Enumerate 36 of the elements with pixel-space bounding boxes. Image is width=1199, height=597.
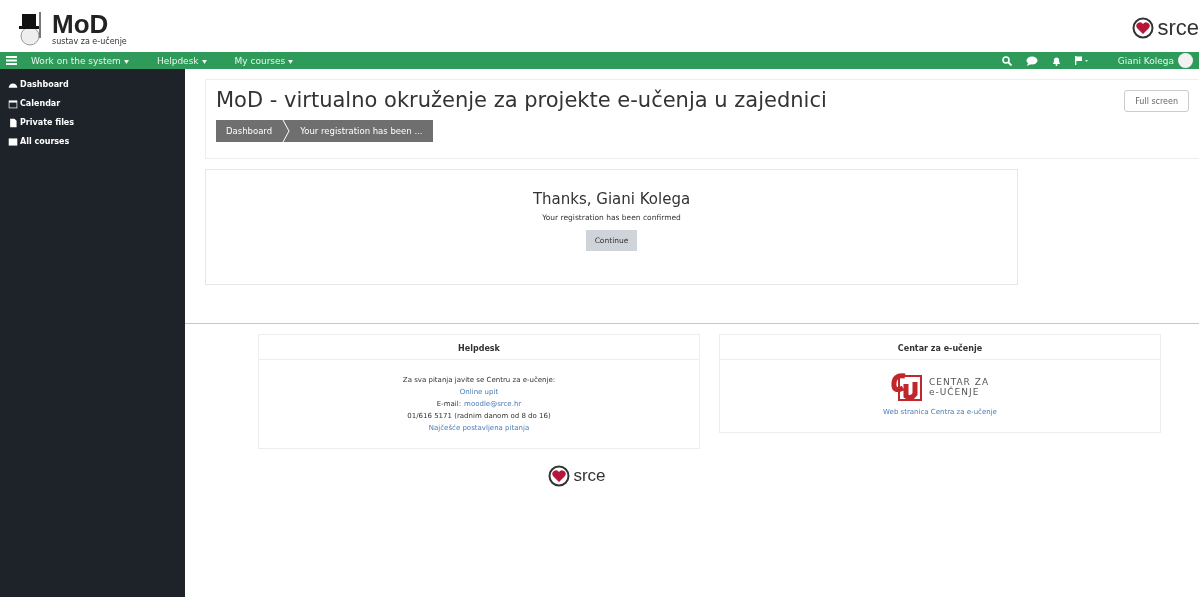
nav-menu[interactable]: My courses xyxy=(220,55,308,66)
confirmation-heading: Thanks, Giani Kolega xyxy=(532,190,691,208)
chevron-separator-icon xyxy=(282,120,291,142)
caret-icon xyxy=(288,59,294,64)
partner-logo-text: srce xyxy=(1157,15,1199,41)
srce-logo-icon xyxy=(1132,17,1155,39)
logo-subtitle: sustav za e-učenje xyxy=(52,36,127,46)
full-screen-button[interactable]: Full screen xyxy=(1124,90,1189,112)
footer-card-title: Helpdesk xyxy=(259,335,699,360)
centar-logo-text: CENTAR ZA xyxy=(928,377,990,387)
centar-logo-icon xyxy=(890,372,923,402)
file-icon xyxy=(8,117,18,128)
calendar-icon xyxy=(8,98,18,109)
user-name[interactable]: Giani Kolega xyxy=(1117,55,1174,66)
nav-menu[interactable]: Work on the system xyxy=(17,55,143,66)
footer-card-title: Centar za e-učenje xyxy=(720,335,1160,360)
sidebar-item[interactable]: Calendar xyxy=(0,94,185,113)
caret-icon xyxy=(201,59,207,64)
nav-menu[interactable]: Helpdesk xyxy=(142,55,221,66)
footer-logo-text: srce xyxy=(573,466,606,486)
sidebar-item[interactable]: Dashboard xyxy=(0,75,185,94)
centar-logo-text: e-UČENJE xyxy=(928,387,981,397)
breadcrumb-link[interactable]: Your registration has been ... xyxy=(290,120,433,142)
bell-icon[interactable] xyxy=(1051,55,1061,66)
page-title: MoD - virtualno okruženje za projekte e-učenja u zajednici xyxy=(216,88,827,112)
caret-icon xyxy=(123,59,129,64)
flag-icon[interactable] xyxy=(1074,55,1089,65)
avatar-icon[interactable] xyxy=(1178,53,1193,68)
chat-bubble-icon[interactable] xyxy=(1025,55,1038,66)
sidebar-item[interactable]: Private files xyxy=(0,113,185,132)
srce-logo-icon xyxy=(548,465,571,487)
breadcrumb-link[interactable]: Dashboard xyxy=(216,120,283,142)
search-icon[interactable] xyxy=(1001,55,1012,66)
sidebar-item[interactable]: All courses xyxy=(0,132,185,151)
menu-icon[interactable] xyxy=(6,56,17,65)
logo-title: MoD xyxy=(52,10,109,37)
